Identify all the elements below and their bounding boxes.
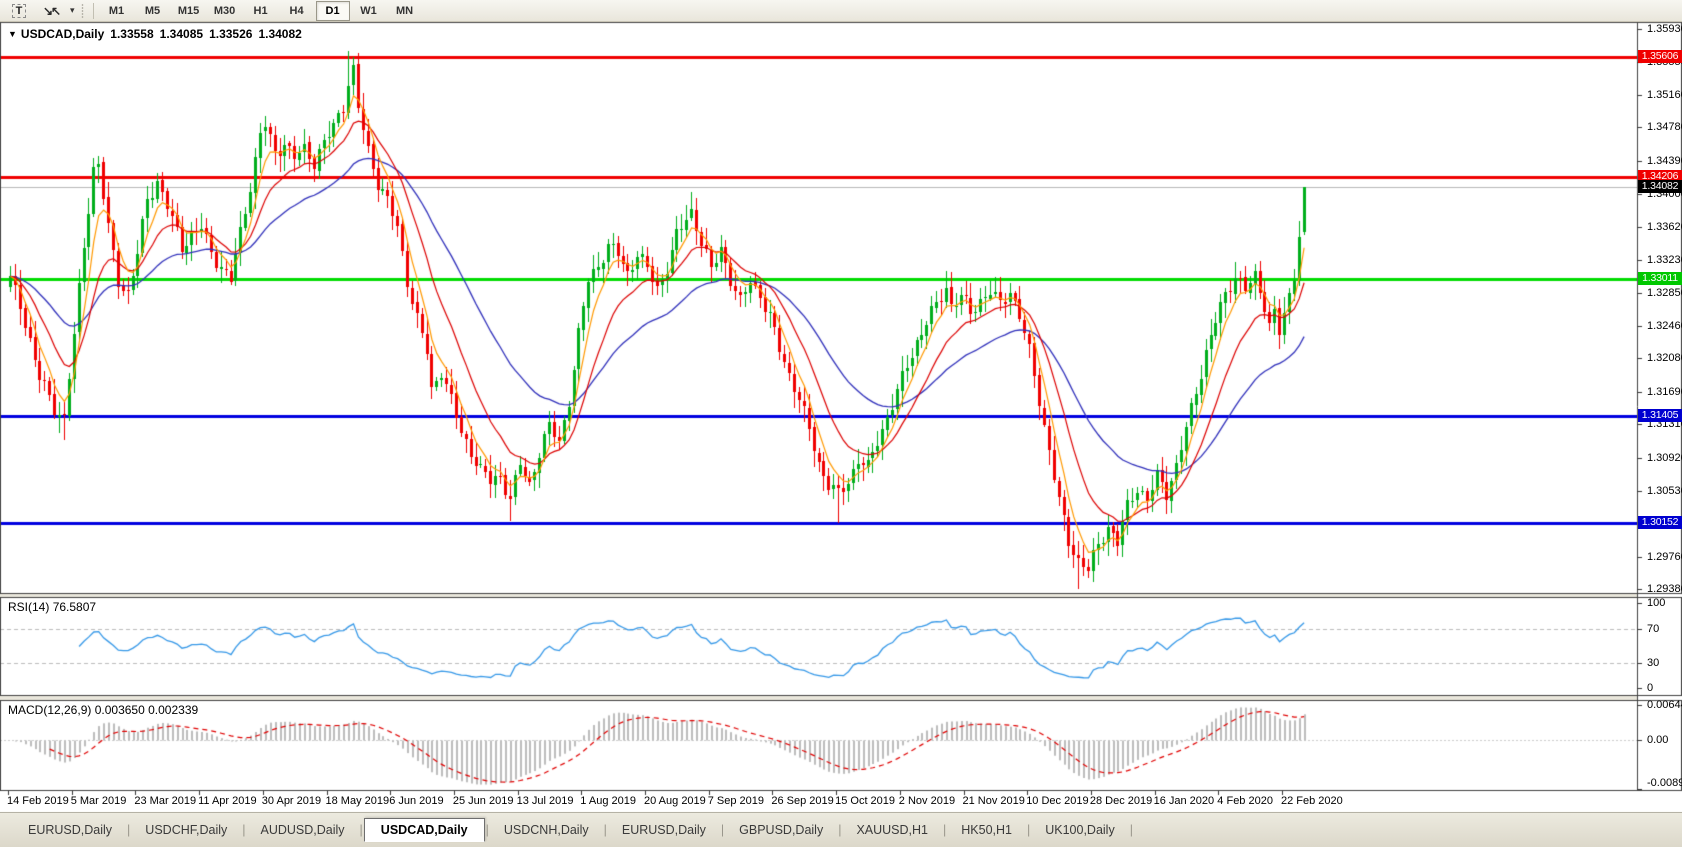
rsi-tick-label: 0 [1647,682,1654,694]
chart-tab-eurusd-5[interactable]: EURUSD,Daily [608,819,720,841]
quote-open: 1.33558 [110,27,154,41]
chart-tab-usdcnh-4[interactable]: USDCNH,Daily [490,819,603,841]
price-tick-label: 1.32460 [1647,319,1682,332]
macd-tick-label: 0.006448 [1647,699,1682,711]
price-tick-label: 1.34390 [1647,154,1682,167]
toolbar-grip [80,2,85,19]
date-tick-label: 21 Nov 2019 [962,795,1025,807]
arrows-icon: ↘↖ [42,3,61,18]
chart-tab-bar: EURUSD,Daily | USDCHF,Daily | AUDUSD,Daily | U… [0,812,1682,847]
date-tick-label: 2 Nov 2019 [898,795,956,807]
date-tick-label: 28 Dec 2019 [1089,795,1153,807]
macd-main-value: 0.003650 [94,703,145,717]
date-tick-label: 20 Aug 2019 [644,795,706,807]
text-tool-button[interactable]: T [4,1,34,21]
chart-tab-uk100-9[interactable]: UK100,Daily [1031,819,1128,841]
price-tick-label: 1.30920 [1647,451,1682,464]
timeframe-button-m30[interactable]: M30 [208,1,242,21]
price-tick-label: 1.31690 [1647,385,1682,398]
quote-high: 1.34085 [159,27,204,41]
price-level-badge: 1.35606 [1638,49,1682,63]
macd-signal-value: 0.002339 [148,703,199,717]
quote-close: 1.34082 [258,27,302,41]
macd-tick-label: -0.008982 [1647,777,1682,789]
date-tick-label: 15 Oct 2019 [835,795,896,807]
chart-tab-audusd-2[interactable]: AUDUSD,Daily [247,819,359,841]
price-level-badge: 1.31405 [1638,409,1682,423]
macd-label: MACD(12,26,9) 0.003650 0.002339 [8,703,199,717]
date-tick-label: 30 Apr 2019 [261,795,322,807]
chart-tab-gbpusd-6[interactable]: GBPUSD,Daily [725,819,837,841]
date-tick-label: 16 Jan 2020 [1153,795,1215,807]
timeframe-button-m1[interactable]: M1 [100,1,134,21]
timeframe-button-m5[interactable]: M5 [136,1,170,21]
chart-symbol-label: USDCAD,Daily [20,27,105,41]
price-tick-label: 1.32080 [1647,352,1682,365]
price-chart-canvas[interactable] [0,0,1682,847]
timeframe-button-mn[interactable]: MN [388,1,422,21]
macd-tick-label: 0.00 [1647,734,1669,747]
timeframe-button-d1[interactable]: D1 [315,0,350,21]
date-tick-label: 22 Feb 2020 [1281,795,1343,807]
date-tick-label: 23 Mar 2019 [134,795,197,807]
price-level-badge: 1.34082 [1638,180,1682,194]
date-tick-label: 11 Apr 2019 [198,795,257,807]
chart-tab-usdchf-1[interactable]: USDCHF,Daily [131,819,241,841]
timeframe-button-h4[interactable]: H4 [280,1,314,21]
rsi-tick-label: 70 [1647,622,1660,635]
timeframe-button-w1[interactable]: W1 [352,1,386,21]
chart-tab-hk50-8[interactable]: HK50,H1 [947,819,1026,841]
date-tick-label: 6 Jun 2019 [389,795,444,807]
rsi-tick-label: 30 [1647,656,1660,669]
date-tick-label: 10 Dec 2019 [1026,795,1089,807]
tab-separator: | [1129,823,1133,837]
rsi-label: RSI(14) 76.5807 [8,600,97,614]
date-tick-label: 4 Feb 2020 [1217,795,1273,807]
arrange-arrows-button[interactable]: ↘↖ [36,1,66,21]
date-tick-label: 18 May 2019 [325,795,390,807]
toolbar: T ↘↖ ▾ M1 M5 M15 M30 H1 H4 D1 W1 MN [0,0,1682,22]
timeframe-button-m15[interactable]: M15 [172,1,206,21]
price-level-badge: 1.33011 [1638,271,1682,285]
date-tick-label: 26 Sep 2019 [771,795,834,807]
price-tick-label: 1.32850 [1647,286,1682,299]
dropdown-caret-icon[interactable]: ▾ [68,5,77,16]
toolbar-separator [92,2,94,19]
quote-low: 1.33526 [209,27,253,41]
price-tick-label: 1.35160 [1647,88,1682,101]
date-tick-label: 13 Jul 2019 [516,795,574,807]
price-tick-label: 1.30530 [1647,485,1682,498]
date-tick-label: 7 Sep 2019 [707,795,764,807]
price-tick-label: 1.29380 [1647,583,1682,596]
price-tick-label: 1.33230 [1647,254,1682,267]
chart-title: ▼ USDCAD,Daily 1.33558 1.34085 1.33526 1.3408… [8,27,302,41]
rsi-tick-label: 100 [1647,597,1666,609]
price-tick-label: 1.35930 [1647,23,1682,35]
chart-tab-eurusd-0[interactable]: EURUSD,Daily [14,819,126,841]
date-tick-label: 1 Aug 2019 [580,795,636,807]
price-level-badge: 1.30152 [1638,516,1682,530]
text-tool-icon: T [11,3,27,18]
chart-tab-usdcad-3[interactable]: USDCAD,Daily [363,818,485,842]
symbol-dropdown-icon: ▼ [8,29,17,39]
rsi-value: 76.5807 [52,600,97,614]
date-tick-label: 25 Jun 2019 [452,795,514,807]
timeframe-button-h1[interactable]: H1 [244,1,278,21]
timeframe-group: M1 M5 M15 M30 H1 H4 D1 W1 MN [99,0,423,21]
date-tick-label: 14 Feb 2019 [7,795,69,807]
chart-tab-xauusd-7[interactable]: XAUUSD,H1 [842,819,942,841]
price-tick-label: 1.34780 [1647,121,1682,134]
price-tick-label: 1.29760 [1647,550,1682,563]
date-tick-label: 5 Mar 2019 [70,795,127,807]
price-tick-label: 1.33620 [1647,220,1682,233]
